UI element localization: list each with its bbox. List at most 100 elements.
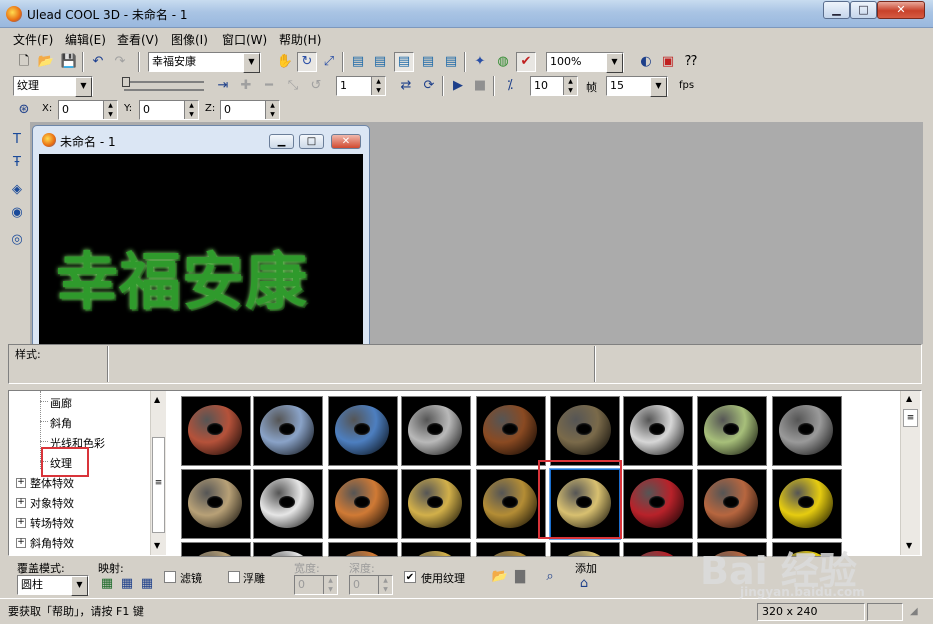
new-file-icon[interactable]: 🗋 (14, 52, 34, 72)
doc-maximize-button[interactable]: □ (299, 134, 324, 149)
stop-icon[interactable]: ■ (470, 76, 490, 96)
rotate-object-icon[interactable]: ↻ (297, 52, 317, 72)
texture-thumbnail-chrome-silver[interactable] (253, 469, 323, 539)
bevel-icon[interactable]: ◐ (636, 52, 656, 72)
frame-input[interactable]: 1 ▲ ▼ (336, 76, 386, 96)
texture-thumbnail-blue-stone[interactable] (328, 396, 398, 466)
spin-arrows-icon[interactable]: ▲ ▼ (323, 576, 337, 594)
geometric-object-icon[interactable]: ◎ (7, 230, 27, 250)
smooth-path-icon[interactable]: ⁒ (500, 76, 520, 96)
view-bottom-icon[interactable]: ▤ (418, 52, 438, 72)
texture-thumbnail-yellow[interactable] (772, 469, 842, 539)
maximize-button[interactable]: □ (850, 1, 877, 19)
reverse-icon[interactable]: ↺ (306, 76, 326, 96)
expand-icon[interactable]: + (16, 518, 26, 528)
view-front-icon[interactable]: ▤ (348, 52, 368, 72)
open-folder-icon[interactable]: 📂 (36, 52, 56, 72)
texture-thumbnail-orange-wood[interactable] (328, 542, 398, 557)
texture-thumbnail-red-brick[interactable] (623, 469, 693, 539)
menu-view[interactable]: 查看(V) (117, 31, 159, 48)
y-input[interactable]: 0 ▲ ▼ (139, 100, 199, 120)
texture-thumbnail-sand[interactable] (181, 542, 251, 557)
menu-edit[interactable]: 编辑(E) (65, 31, 106, 48)
doc-minimize-button[interactable]: ▁ (269, 134, 294, 149)
tree-item-gallery[interactable]: 画廊 (50, 395, 72, 411)
spin-arrows-icon[interactable]: ▲ ▼ (378, 576, 392, 594)
preview-icon[interactable]: ✔ (516, 52, 536, 72)
texture-thumbnail-leopard[interactable] (550, 396, 620, 466)
filter-checkbox[interactable] (164, 571, 176, 583)
globe-icon[interactable]: ◍ (493, 52, 513, 72)
scroll-thumb[interactable]: ≡ (152, 437, 165, 533)
view-back-icon[interactable]: ▤ (370, 52, 390, 72)
loop-icon[interactable]: ⇄ (396, 76, 416, 96)
emboss-checkbox[interactable] (228, 571, 240, 583)
texture-thumbnail-blue-marble[interactable] (253, 396, 323, 466)
depth-input[interactable]: 0 ▲ ▼ (349, 575, 393, 595)
texture-thumbnail-orange-wood[interactable] (328, 469, 398, 539)
width-input[interactable]: 0 ▲ ▼ (294, 575, 338, 595)
frame-count-input[interactable]: 10 ▲ ▼ (530, 76, 578, 96)
switch-keyframe-icon[interactable]: ⤡ (283, 76, 303, 96)
resize-grip-icon[interactable]: ◢ (910, 606, 918, 617)
expand-icon[interactable]: + (16, 538, 26, 548)
spin-arrows-icon[interactable]: ▲ ▼ (184, 101, 198, 119)
close-button[interactable]: ✕ (877, 1, 925, 19)
spin-arrows-icon[interactable]: ▲ ▼ (371, 77, 385, 95)
insert-graphic-icon[interactable]: ◈ (7, 180, 27, 200)
remove-keyframe-icon[interactable]: ━ (259, 76, 279, 96)
zoom-select[interactable]: 100% ▼ (546, 52, 624, 73)
texture-thumbnail-gray-granite[interactable] (772, 396, 842, 466)
color-icon[interactable]: ▣ (658, 52, 678, 72)
tree-group-bevel-fx[interactable]: 斜角特效 (30, 535, 74, 551)
tree-group-transition-fx[interactable]: 转场特效 (30, 515, 74, 531)
resize-object-icon[interactable]: ⤢ (319, 52, 339, 72)
undo-icon[interactable]: ↶ (88, 52, 108, 72)
x-input[interactable]: 0 ▲ ▼ (58, 100, 118, 120)
chevron-down-icon[interactable]: ▼ (606, 53, 623, 73)
view-side-icon[interactable]: ▤ (441, 52, 461, 72)
minimize-button[interactable]: ▁ (823, 1, 850, 19)
hand-move-icon[interactable]: ✋ (275, 52, 295, 72)
mapping-mode-3-icon[interactable]: ▦ (138, 574, 156, 592)
insert-text-icon[interactable]: T (7, 130, 27, 150)
texture-thumbnail-sand[interactable] (181, 469, 251, 539)
texture-thumbnail-gold[interactable] (401, 542, 471, 557)
spin-arrows-icon[interactable]: ▲ ▼ (563, 77, 577, 95)
canvas-3d-text[interactable]: 幸福安康 (56, 231, 308, 321)
category-select[interactable]: 纹理 ▼ (13, 76, 93, 97)
menu-image[interactable]: 图像(I) (171, 31, 208, 48)
mapping-mode-1-icon[interactable]: ▦ (98, 574, 116, 592)
texture-thumbnail-gray-brick[interactable] (401, 396, 471, 466)
texture-search-icon[interactable]: ⌕ (540, 567, 560, 587)
chevron-down-icon[interactable]: ▼ (71, 576, 88, 596)
thumbnails-scrollbar[interactable]: ▲ ≡ ▼ (900, 391, 920, 555)
scroll-thumb[interactable]: ≡ (903, 409, 918, 427)
texture-thumbnail-terracotta-brick[interactable] (697, 469, 767, 539)
slider-thumb[interactable] (122, 77, 130, 87)
texture-thumbnail-dark-gold[interactable] (476, 542, 546, 557)
chevron-down-icon[interactable]: ▼ (243, 53, 260, 73)
scroll-up-icon[interactable]: ▲ (906, 394, 912, 403)
texture-thumbnail-red-brick[interactable] (623, 542, 693, 557)
expand-icon[interactable]: + (16, 498, 26, 508)
menu-window[interactable]: 窗口(W) (222, 31, 267, 48)
spin-arrows-icon[interactable]: ▲ ▼ (265, 101, 279, 119)
add-keyframe-icon[interactable]: ✚ (236, 76, 256, 96)
edit-graphic-icon[interactable]: ◉ (7, 203, 27, 223)
add-to-palette-icon[interactable]: ⌂ (575, 574, 593, 592)
app-icon[interactable] (6, 6, 22, 22)
use-texture-checkbox[interactable]: ✔ (404, 571, 416, 583)
mapping-mode-2-icon[interactable]: ▦ (118, 574, 136, 592)
fps-select[interactable]: 15 ▼ (606, 76, 668, 97)
texture-thumbnail-silver-crackle[interactable] (623, 396, 693, 466)
z-input[interactable]: 0 ▲ ▼ (220, 100, 280, 120)
texture-thumbnail-green-moss[interactable] (697, 396, 767, 466)
overlay-mode-select[interactable]: 圆柱 ▼ (17, 575, 89, 596)
doc-close-button[interactable]: ✕ (331, 134, 361, 149)
texture-thumbnail-brick-red[interactable] (181, 396, 251, 466)
timeline-slider[interactable] (110, 77, 205, 95)
position-mode-icon[interactable]: ⊛ (14, 100, 34, 120)
scroll-down-icon[interactable]: ▼ (906, 541, 912, 550)
spin-arrows-icon[interactable]: ▲ ▼ (103, 101, 117, 119)
